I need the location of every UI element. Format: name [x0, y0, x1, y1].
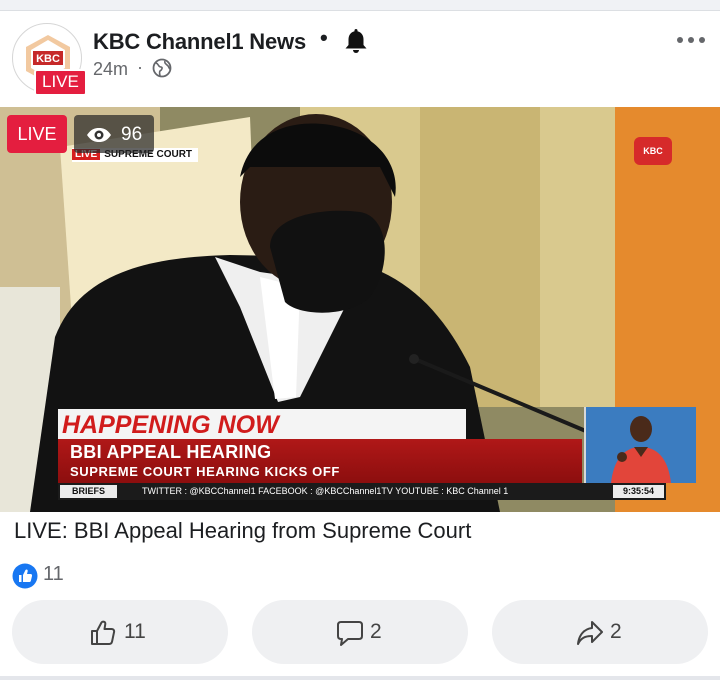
viewer-count: 96: [74, 115, 154, 153]
post-caption: LIVE: BBI Appeal Hearing from Supreme Co…: [14, 518, 472, 543]
news-ticker: BRIEFS TWITTER : @KBCChannel1 FACEBOOK :…: [58, 483, 666, 500]
sign-language-inset: [584, 407, 696, 483]
thumbs-up-icon: [91, 620, 116, 645]
share-button[interactable]: 2: [492, 600, 708, 664]
separator-dot: •: [320, 25, 328, 50]
subheadline: SUPREME COURT HEARING KICKS OFF: [70, 464, 340, 479]
channel-watermark: KBC: [634, 137, 672, 165]
video-player[interactable]: LIVE SUPREME COURT KBC LIVE 96 HAPPENING …: [0, 107, 720, 512]
ticker-label: BRIEFS: [60, 485, 118, 498]
comment-count: 2: [370, 620, 382, 643]
globe-icon: [152, 58, 172, 78]
headline-panel: BBI APPEAL HEARING SUPREME COURT HEARING…: [58, 439, 582, 483]
top-divider: [0, 0, 720, 11]
post-time[interactable]: 24m: [93, 59, 128, 80]
comment-icon: [337, 621, 363, 646]
share-count: 2: [610, 620, 622, 643]
avatar-live-badge: LIVE: [34, 69, 87, 96]
headline: BBI APPEAL HEARING: [70, 442, 272, 462]
reactions-count[interactable]: 11: [43, 563, 64, 586]
ticker-clock: 9:35:54: [612, 485, 664, 498]
share-icon: [577, 621, 603, 645]
more-options-icon[interactable]: [676, 35, 706, 45]
sign-interpreter: [586, 407, 696, 483]
bell-icon[interactable]: [344, 28, 368, 54]
comment-button[interactable]: 2: [252, 600, 468, 664]
viewer-count-value: 96: [121, 124, 143, 145]
happening-now-banner: HAPPENING NOW: [58, 409, 466, 439]
like-reaction-icon[interactable]: [12, 563, 38, 589]
post-header: KBC LIVE KBC Channel1 News • 24m ·: [0, 11, 720, 107]
like-button[interactable]: 11: [12, 600, 228, 664]
page-name[interactable]: KBC Channel1 News: [93, 29, 306, 55]
svg-text:KBC: KBC: [36, 53, 60, 65]
ticker-text: TWITTER : @KBCChannel1 FACEBOOK : @KBCCh…: [142, 486, 509, 496]
eye-icon: [87, 128, 111, 142]
bottom-divider: [0, 676, 720, 680]
video-live-badge: LIVE: [7, 115, 67, 153]
like-count: 11: [124, 620, 146, 643]
time-separator: ·: [137, 57, 143, 77]
